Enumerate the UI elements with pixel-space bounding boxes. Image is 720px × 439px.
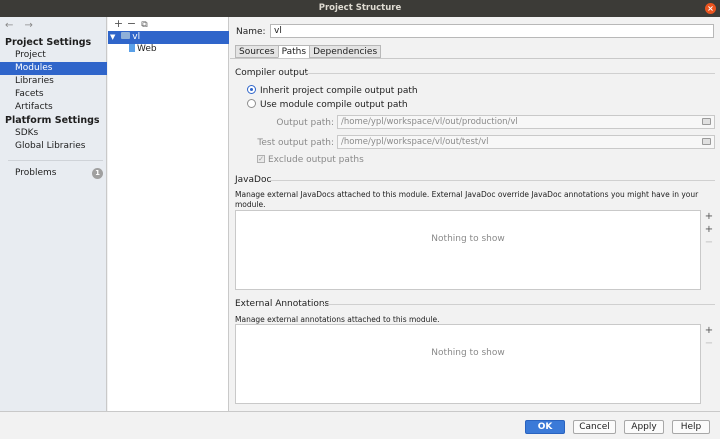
module-tabs: Sources Paths Dependencies: [235, 45, 382, 58]
javadoc-empty-text: Nothing to show: [431, 234, 505, 244]
apply-button[interactable]: Apply: [624, 420, 664, 434]
radio-unselected-icon[interactable]: [247, 99, 256, 108]
module-tree-panel: + − ⧉ ▼ vl Web: [108, 17, 229, 411]
module-name-input[interactable]: [270, 24, 714, 38]
javadoc-list[interactable]: Nothing to show: [235, 210, 701, 290]
tab-paths[interactable]: Paths: [277, 45, 311, 58]
tree-node-module-label: vl: [132, 32, 141, 42]
external-annotations-empty-text: Nothing to show: [431, 348, 505, 358]
name-label: Name:: [236, 27, 266, 37]
test-output-path-field: /home/ypl/workspace/vl/out/test/vl: [337, 135, 715, 149]
sidebar-item-libraries[interactable]: Libraries: [0, 75, 107, 88]
add-javadoc-url-icon[interactable]: +: [702, 223, 716, 236]
output-path-value: /home/ypl/workspace/vl/out/production/vl: [341, 117, 518, 127]
add-icon[interactable]: +: [112, 17, 125, 30]
sidebar-item-facets[interactable]: Facets: [0, 88, 107, 101]
sidebar-divider: [8, 160, 103, 161]
section-divider: [270, 180, 715, 181]
javadoc-title: JavaDoc: [235, 175, 272, 185]
external-annotations-list[interactable]: Nothing to show: [235, 324, 701, 404]
checkbox-checked-icon: ✓: [257, 154, 265, 163]
sidebar-item-modules[interactable]: Modules: [0, 62, 107, 75]
test-output-path-label: Test output path:: [257, 138, 334, 148]
output-path-field: /home/ypl/workspace/vl/out/production/vl: [337, 115, 715, 129]
tree-node-web-label: Web: [137, 44, 157, 54]
browse-folder-icon: [702, 138, 711, 145]
external-annotations-tools: + −: [702, 324, 716, 350]
dialog-button-bar: OK Cancel Apply Help: [0, 411, 720, 439]
javadoc-description: Manage external JavaDocs attached to thi…: [235, 190, 699, 209]
copy-icon[interactable]: ⧉: [138, 20, 151, 30]
inherit-output-option[interactable]: Inherit project compile output path: [247, 85, 418, 97]
remove-javadoc-icon[interactable]: −: [702, 236, 716, 249]
tab-sources[interactable]: Sources: [235, 45, 279, 58]
cancel-button[interactable]: Cancel: [573, 420, 616, 434]
ok-button[interactable]: OK: [525, 420, 565, 434]
close-icon[interactable]: ×: [705, 3, 716, 14]
help-button[interactable]: Help: [672, 420, 710, 434]
remove-annotation-icon[interactable]: −: [702, 337, 716, 350]
expand-arrow-icon[interactable]: ▼: [110, 33, 115, 41]
output-path-label: Output path:: [276, 118, 334, 128]
web-facet-icon: [129, 43, 135, 52]
browse-folder-icon: [702, 118, 711, 125]
remove-icon[interactable]: −: [125, 17, 138, 30]
sidebar-item-global-libraries[interactable]: Global Libraries: [0, 140, 107, 153]
problems-count-badge: 1: [92, 168, 103, 179]
settings-sidebar: ← → Project Settings Project Modules Lib…: [0, 17, 107, 411]
project-settings-heading: Project Settings: [5, 37, 92, 48]
window-titlebar: Project Structure ×: [0, 0, 720, 17]
add-annotation-icon[interactable]: +: [702, 324, 716, 337]
sidebar-item-artifacts[interactable]: Artifacts: [0, 101, 107, 114]
radio-selected-icon[interactable]: [247, 85, 256, 94]
module-settings-content: Name: SourcesPathsDependencies Compiler …: [230, 17, 720, 411]
test-output-path-value: /home/ypl/workspace/vl/out/test/vl: [341, 137, 489, 147]
add-javadoc-icon[interactable]: +: [702, 210, 716, 223]
tree-node-web-facet[interactable]: Web: [108, 43, 229, 56]
section-divider: [305, 73, 715, 74]
inherit-output-label: Inherit project compile output path: [260, 86, 418, 96]
exclude-output-paths-option: ✓ Exclude output paths: [257, 154, 364, 166]
javadoc-tools: + + −: [702, 210, 716, 249]
module-output-option[interactable]: Use module compile output path: [247, 99, 408, 111]
platform-settings-heading: Platform Settings: [5, 115, 100, 126]
module-output-label: Use module compile output path: [260, 100, 408, 110]
problems-label: Problems: [15, 168, 57, 178]
sidebar-item-problems[interactable]: Problems 1: [0, 167, 107, 180]
exclude-output-paths-label: Exclude output paths: [268, 155, 364, 165]
tab-dependencies[interactable]: Dependencies: [309, 45, 382, 58]
paths-tab-body: Compiler output Inherit project compile …: [230, 58, 720, 411]
external-annotations-title: External Annotations: [235, 299, 330, 309]
tree-toolbar: + − ⧉: [112, 17, 151, 30]
section-divider: [322, 304, 715, 305]
back-forward-icons[interactable]: ← →: [5, 20, 37, 31]
window-title: Project Structure: [318, 3, 402, 13]
compiler-output-title: Compiler output: [235, 68, 309, 78]
module-folder-icon: [121, 32, 131, 39]
sidebar-item-sdks[interactable]: SDKs: [0, 127, 107, 140]
sidebar-item-project[interactable]: Project: [0, 49, 107, 62]
